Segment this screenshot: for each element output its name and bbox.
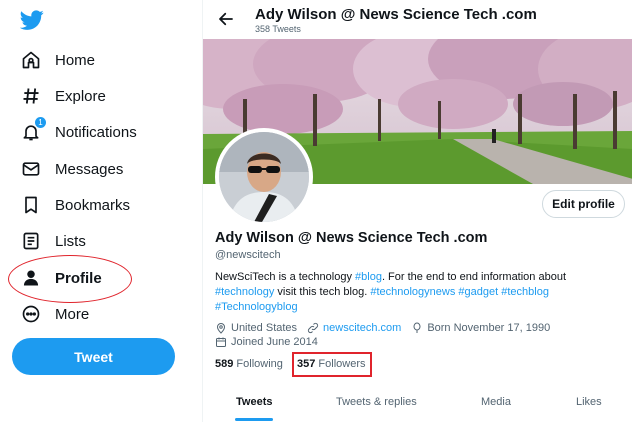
- tab-tweets[interactable]: Tweets: [236, 396, 272, 408]
- tab-likes[interactable]: Likes: [576, 396, 602, 408]
- joined-text: Joined June 2014: [231, 336, 318, 348]
- sidebar-item-label: Notifications: [55, 123, 137, 141]
- sidebar-item-label: Profile: [55, 269, 102, 287]
- edit-profile-button[interactable]: Edit profile: [542, 190, 625, 218]
- profile-meta-row: United States newscitech.com Born Novemb…: [215, 322, 560, 334]
- followers-count: 357: [297, 358, 316, 370]
- sidebar-item-lists[interactable]: Lists: [20, 226, 86, 256]
- sidebar: Home Explore 1 Notifications Messages Bo…: [0, 0, 200, 422]
- bio-text: visit this tech blog.: [274, 286, 371, 298]
- envelope-icon: [20, 158, 42, 180]
- sidebar-item-label: More: [55, 305, 90, 323]
- profile-name: Ady Wilson @ News Science Tech .com: [215, 230, 488, 246]
- sidebar-item-bookmarks[interactable]: Bookmarks: [20, 190, 130, 220]
- sidebar-item-notifications[interactable]: 1 Notifications: [20, 117, 137, 147]
- hashtag-link[interactable]: #technology: [215, 286, 274, 298]
- website-link[interactable]: newscitech.com: [323, 322, 401, 334]
- active-tab-indicator: [235, 418, 273, 421]
- location-item: United States: [215, 322, 297, 334]
- hashtag-link[interactable]: #gadget: [458, 286, 498, 298]
- back-arrow-icon[interactable]: [217, 10, 235, 28]
- following-label: Following: [236, 358, 283, 370]
- hashtag-icon: [20, 85, 42, 107]
- sidebar-item-messages[interactable]: Messages: [20, 154, 123, 184]
- bookmark-icon: [20, 194, 42, 216]
- birthday-item: Born November 17, 1990: [411, 322, 550, 334]
- hashtag-link[interactable]: #blog: [355, 271, 382, 283]
- following-link[interactable]: 589 Following: [215, 358, 283, 370]
- tweet-count: 358 Tweets: [255, 24, 301, 34]
- sidebar-item-label: Messages: [55, 160, 124, 178]
- sidebar-item-home[interactable]: Home: [20, 45, 95, 75]
- hashtag-link[interactable]: #technologynews: [370, 286, 455, 298]
- sidebar-item-profile[interactable]: Profile: [20, 263, 102, 293]
- bio-text: . For the end to end information about: [381, 271, 566, 283]
- hashtag-link[interactable]: #techblog: [501, 286, 549, 298]
- calendar-icon: [216, 337, 226, 347]
- followers-label: Followers: [318, 358, 366, 370]
- location-pin-icon: [216, 323, 226, 334]
- sidebar-item-more[interactable]: More: [20, 299, 89, 329]
- notification-badge: 1: [35, 117, 46, 128]
- following-count: 589: [215, 358, 234, 370]
- link-icon: [307, 322, 319, 334]
- sidebar-item-label: Bookmarks: [55, 196, 131, 214]
- tab-media[interactable]: Media: [481, 396, 511, 408]
- list-icon: [20, 230, 42, 252]
- person-icon: [20, 267, 42, 289]
- home-icon: [20, 49, 42, 71]
- hashtag-link[interactable]: #Technologyblog: [215, 301, 298, 313]
- joined-item: Joined June 2014: [215, 336, 318, 348]
- tab-tweets-replies[interactable]: Tweets & replies: [336, 396, 417, 408]
- followers-link[interactable]: 357 Followers: [297, 358, 366, 370]
- profile-joined-row: Joined June 2014: [215, 336, 328, 348]
- page-title: Ady Wilson @ News Science Tech .com: [255, 6, 537, 23]
- tweet-button[interactable]: Tweet: [12, 338, 175, 375]
- website-item: newscitech.com: [307, 322, 401, 334]
- profile-bio: NewSciTech is a technology #blog. For th…: [215, 270, 575, 315]
- more-icon: [20, 303, 42, 325]
- location-text: United States: [231, 322, 298, 334]
- bio-text: NewSciTech is a technology: [215, 271, 356, 283]
- sidebar-item-label: Home: [55, 51, 96, 69]
- profile-main: Ady Wilson @ News Science Tech .com 358 …: [202, 0, 632, 422]
- sidebar-item-explore[interactable]: Explore: [20, 81, 106, 111]
- sidebar-item-label: Explore: [55, 87, 106, 105]
- bell-icon: 1: [20, 117, 46, 143]
- birthday-text: Born November 17, 1990: [427, 322, 551, 334]
- profile-handle: @newscitech: [215, 249, 281, 261]
- profile-header-bar: Ady Wilson @ News Science Tech .com 358 …: [203, 0, 632, 40]
- profile-avatar[interactable]: [215, 128, 313, 226]
- sidebar-item-label: Lists: [55, 232, 86, 250]
- balloon-icon: [413, 322, 421, 333]
- twitter-logo-icon[interactable]: [20, 8, 44, 32]
